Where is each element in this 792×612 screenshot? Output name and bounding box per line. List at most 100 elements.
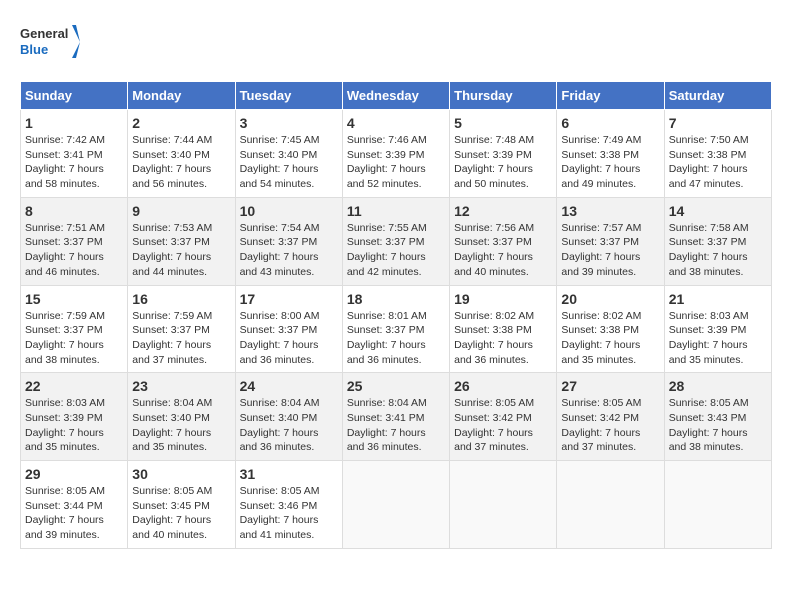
calendar-week-4: 22 Sunrise: 8:03 AMSunset: 3:39 PMDayligh… — [21, 373, 772, 461]
day-info: Sunrise: 8:02 AMSunset: 3:38 PMDaylight:… — [561, 309, 659, 368]
calendar-cell: 24 Sunrise: 8:04 AMSunset: 3:40 PMDayligh… — [235, 373, 342, 461]
day-info: Sunrise: 7:44 AMSunset: 3:40 PMDaylight:… — [132, 133, 230, 192]
calendar-cell: 22 Sunrise: 8:03 AMSunset: 3:39 PMDayligh… — [21, 373, 128, 461]
day-number: 14 — [669, 203, 767, 219]
calendar-cell: 17 Sunrise: 8:00 AMSunset: 3:37 PMDayligh… — [235, 285, 342, 373]
day-info: Sunrise: 8:03 AMSunset: 3:39 PMDaylight:… — [669, 309, 767, 368]
day-info: Sunrise: 7:46 AMSunset: 3:39 PMDaylight:… — [347, 133, 445, 192]
day-number: 29 — [25, 466, 123, 482]
calendar-cell: 3 Sunrise: 7:45 AMSunset: 3:40 PMDaylight… — [235, 110, 342, 198]
day-number: 3 — [240, 115, 338, 131]
calendar-cell: 26Sunrise: 8:05 AMSunset: 3:42 PMDayligh… — [450, 373, 557, 461]
day-number: 16 — [132, 291, 230, 307]
calendar-cell: 8Sunrise: 7:51 AMSunset: 3:37 PMDaylight… — [21, 197, 128, 285]
day-info: Sunrise: 8:05 AMSunset: 3:45 PMDaylight:… — [132, 484, 230, 543]
calendar-cell: 25 Sunrise: 8:04 AMSunset: 3:41 PMDayligh… — [342, 373, 449, 461]
calendar-cell: 31Sunrise: 8:05 AMSunset: 3:46 PMDayligh… — [235, 461, 342, 549]
calendar-cell: 18 Sunrise: 8:01 AMSunset: 3:37 PMDayligh… — [342, 285, 449, 373]
day-number: 10 — [240, 203, 338, 219]
day-info: Sunrise: 8:05 AMSunset: 3:43 PMDaylight:… — [669, 396, 767, 455]
day-info: Sunrise: 7:49 AMSunset: 3:38 PMDaylight:… — [561, 133, 659, 192]
calendar-cell: 23 Sunrise: 8:04 AMSunset: 3:40 PMDayligh… — [128, 373, 235, 461]
day-number: 12 — [454, 203, 552, 219]
day-info: Sunrise: 8:04 AMSunset: 3:41 PMDaylight:… — [347, 396, 445, 455]
col-header-sunday: Sunday — [21, 82, 128, 110]
day-info: Sunrise: 8:05 AMSunset: 3:42 PMDaylight:… — [454, 396, 552, 455]
calendar-week-3: 15Sunrise: 7:59 AMSunset: 3:37 PMDayligh… — [21, 285, 772, 373]
calendar-week-2: 8Sunrise: 7:51 AMSunset: 3:37 PMDaylight… — [21, 197, 772, 285]
calendar-cell — [450, 461, 557, 549]
day-number: 28 — [669, 378, 767, 394]
calendar-week-1: 1Sunrise: 7:42 AMSunset: 3:41 PMDaylight… — [21, 110, 772, 198]
calendar-cell: 6 Sunrise: 7:49 AMSunset: 3:38 PMDaylight… — [557, 110, 664, 198]
day-number: 30 — [132, 466, 230, 482]
calendar-header-row: SundayMondayTuesdayWednesdayThursdayFrid… — [21, 82, 772, 110]
calendar-cell: 9 Sunrise: 7:53 AMSunset: 3:37 PMDaylight… — [128, 197, 235, 285]
calendar-week-5: 29 Sunrise: 8:05 AMSunset: 3:44 PMDayligh… — [21, 461, 772, 549]
day-number: 5 — [454, 115, 552, 131]
day-number: 20 — [561, 291, 659, 307]
col-header-friday: Friday — [557, 82, 664, 110]
calendar-cell: 27 Sunrise: 8:05 AMSunset: 3:42 PMDayligh… — [557, 373, 664, 461]
day-info: Sunrise: 8:05 AMSunset: 3:42 PMDaylight:… — [561, 396, 659, 455]
day-number: 18 — [347, 291, 445, 307]
day-info: Sunrise: 7:59 AMSunset: 3:37 PMDaylight:… — [132, 309, 230, 368]
col-header-monday: Monday — [128, 82, 235, 110]
day-number: 11 — [347, 203, 445, 219]
calendar-cell: 7 Sunrise: 7:50 AMSunset: 3:38 PMDaylight… — [664, 110, 771, 198]
day-info: Sunrise: 7:59 AMSunset: 3:37 PMDaylight:… — [25, 309, 123, 368]
calendar-cell: 16 Sunrise: 7:59 AMSunset: 3:37 PMDayligh… — [128, 285, 235, 373]
day-number: 23 — [132, 378, 230, 394]
day-info: Sunrise: 7:45 AMSunset: 3:40 PMDaylight:… — [240, 133, 338, 192]
calendar-cell: 5 Sunrise: 7:48 AMSunset: 3:39 PMDaylight… — [450, 110, 557, 198]
calendar-cell: 15Sunrise: 7:59 AMSunset: 3:37 PMDayligh… — [21, 285, 128, 373]
day-number: 27 — [561, 378, 659, 394]
calendar-cell: 29 Sunrise: 8:05 AMSunset: 3:44 PMDayligh… — [21, 461, 128, 549]
day-info: Sunrise: 8:05 AMSunset: 3:46 PMDaylight:… — [240, 484, 338, 543]
calendar-cell: 30 Sunrise: 8:05 AMSunset: 3:45 PMDayligh… — [128, 461, 235, 549]
day-info: Sunrise: 7:53 AMSunset: 3:37 PMDaylight:… — [132, 221, 230, 280]
day-info: Sunrise: 7:56 AMSunset: 3:37 PMDaylight:… — [454, 221, 552, 280]
col-header-saturday: Saturday — [664, 82, 771, 110]
day-info: Sunrise: 8:03 AMSunset: 3:39 PMDaylight:… — [25, 396, 123, 455]
day-info: Sunrise: 8:00 AMSunset: 3:37 PMDaylight:… — [240, 309, 338, 368]
day-number: 24 — [240, 378, 338, 394]
day-number: 4 — [347, 115, 445, 131]
header: General Blue — [20, 20, 772, 65]
calendar-cell — [342, 461, 449, 549]
day-number: 2 — [132, 115, 230, 131]
day-number: 6 — [561, 115, 659, 131]
day-number: 25 — [347, 378, 445, 394]
day-info: Sunrise: 7:48 AMSunset: 3:39 PMDaylight:… — [454, 133, 552, 192]
calendar-cell — [664, 461, 771, 549]
day-number: 13 — [561, 203, 659, 219]
calendar-cell: 11Sunrise: 7:55 AMSunset: 3:37 PMDayligh… — [342, 197, 449, 285]
day-info: Sunrise: 8:01 AMSunset: 3:37 PMDaylight:… — [347, 309, 445, 368]
calendar-cell: 14 Sunrise: 7:58 AMSunset: 3:37 PMDayligh… — [664, 197, 771, 285]
calendar-cell: 28 Sunrise: 8:05 AMSunset: 3:43 PMDayligh… — [664, 373, 771, 461]
day-number: 17 — [240, 291, 338, 307]
day-info: Sunrise: 7:50 AMSunset: 3:38 PMDaylight:… — [669, 133, 767, 192]
day-number: 8 — [25, 203, 123, 219]
day-info: Sunrise: 7:58 AMSunset: 3:37 PMDaylight:… — [669, 221, 767, 280]
logo: General Blue — [20, 20, 80, 65]
day-info: Sunrise: 7:57 AMSunset: 3:37 PMDaylight:… — [561, 221, 659, 280]
day-info: Sunrise: 8:04 AMSunset: 3:40 PMDaylight:… — [240, 396, 338, 455]
day-info: Sunrise: 7:54 AMSunset: 3:37 PMDaylight:… — [240, 221, 338, 280]
svg-text:General: General — [20, 26, 68, 41]
day-info: Sunrise: 8:05 AMSunset: 3:44 PMDaylight:… — [25, 484, 123, 543]
calendar-cell: 12 Sunrise: 7:56 AMSunset: 3:37 PMDayligh… — [450, 197, 557, 285]
col-header-tuesday: Tuesday — [235, 82, 342, 110]
day-info: Sunrise: 7:42 AMSunset: 3:41 PMDaylight:… — [25, 133, 123, 192]
day-number: 9 — [132, 203, 230, 219]
logo-svg: General Blue — [20, 20, 80, 65]
calendar-cell: 19Sunrise: 8:02 AMSunset: 3:38 PMDayligh… — [450, 285, 557, 373]
day-number: 19 — [454, 291, 552, 307]
svg-text:Blue: Blue — [20, 42, 48, 57]
calendar-cell: 20 Sunrise: 8:02 AMSunset: 3:38 PMDayligh… — [557, 285, 664, 373]
calendar-cell: 13 Sunrise: 7:57 AMSunset: 3:37 PMDayligh… — [557, 197, 664, 285]
col-header-thursday: Thursday — [450, 82, 557, 110]
day-info: Sunrise: 8:04 AMSunset: 3:40 PMDaylight:… — [132, 396, 230, 455]
day-number: 7 — [669, 115, 767, 131]
day-number: 22 — [25, 378, 123, 394]
